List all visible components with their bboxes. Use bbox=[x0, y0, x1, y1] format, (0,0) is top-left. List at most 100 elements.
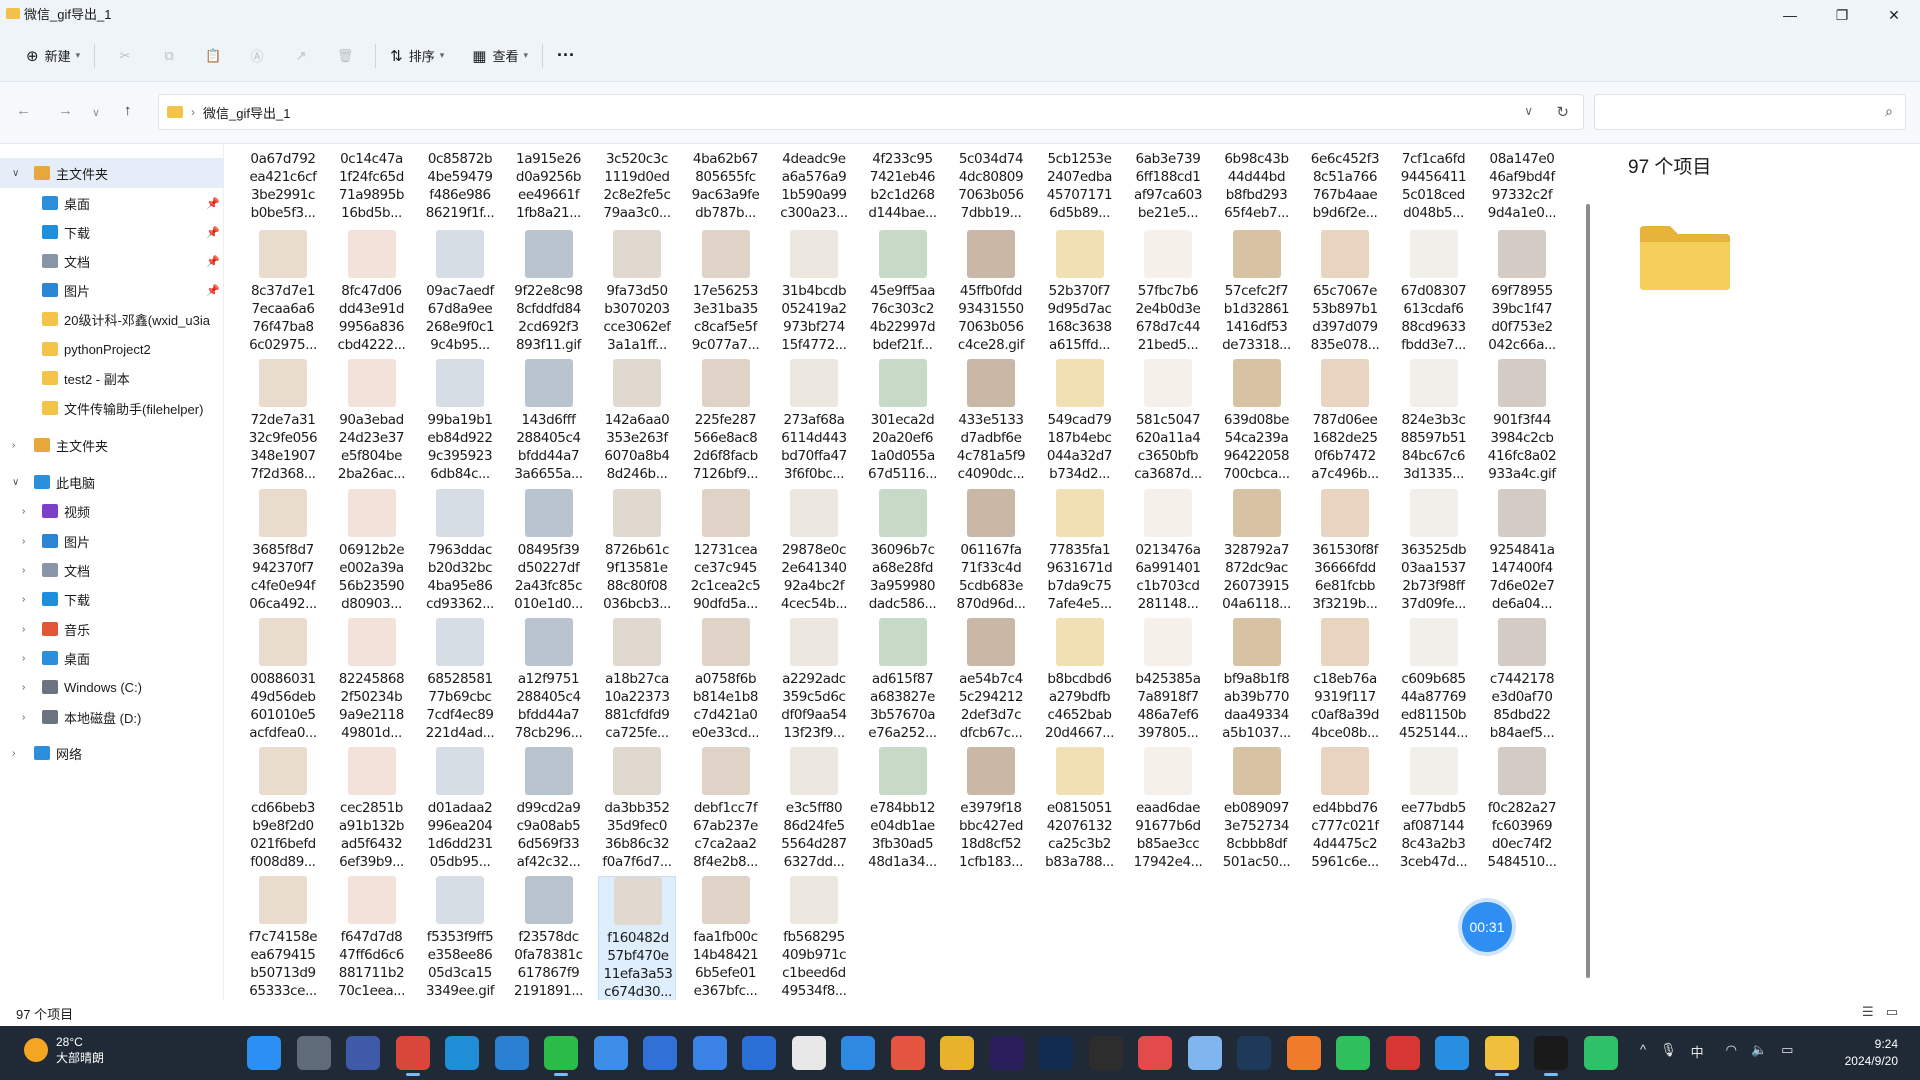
file-item[interactable]: 29878e0c 2e641340 92a4bc2f 4cec54b... bbox=[775, 489, 853, 617]
chevron-right-icon[interactable]: › bbox=[22, 712, 25, 723]
app-icon-4[interactable] bbox=[643, 1036, 677, 1070]
app-icon-15[interactable] bbox=[1336, 1036, 1370, 1070]
file-item[interactable]: a18b27ca 10a22373 881cfdfd9 ca725fe... bbox=[598, 618, 676, 746]
file-item[interactable]: 787d06ee 1682de25 0f6b7472 a7c496b... bbox=[1306, 359, 1384, 487]
sidebar-item[interactable]: 下载 📌 bbox=[0, 217, 224, 247]
file-item[interactable]: 6b98c43b 44d44bd b8fbd293 65f4eb7... bbox=[1218, 144, 1296, 226]
chevron-right-icon[interactable]: › bbox=[22, 653, 25, 664]
delete-button[interactable]: 🗑 bbox=[323, 39, 367, 73]
file-item[interactable]: 0a67d792 ea421c6cf 3be2991c b0be5f3... bbox=[244, 144, 322, 226]
file-item[interactable]: eaad6dae 91677b6d b85ae3cc 17942e4... bbox=[1129, 747, 1207, 875]
file-item[interactable]: 4deadc9e a6a576a9 1b590a99 c300a23... bbox=[775, 144, 853, 226]
file-item[interactable]: 4ba62b67 805655fc 9ac63a9fe db787b... bbox=[687, 144, 765, 226]
chevron-right-icon[interactable]: › bbox=[12, 748, 15, 759]
file-item[interactable]: d99cd2a9 c9a08ab5 6d569f33 af42c32... bbox=[510, 747, 588, 875]
app-icon-1[interactable] bbox=[346, 1036, 380, 1070]
file-item[interactable]: 0c14c47a 1f24fc65d 71a9895b 16bd5b... bbox=[333, 144, 411, 226]
recent-locations-chevron-icon[interactable]: ∨ bbox=[92, 106, 100, 119]
file-item[interactable]: 3685f8d7 942370f7 c4fe0e94f 06ca492... bbox=[244, 489, 322, 617]
file-item[interactable]: 4f233c95 7421eb46 b2c1d268 d144bae... bbox=[864, 144, 942, 226]
file-item[interactable]: b8bcdbd6 a279bdfb c4652bab 20d4667... bbox=[1041, 618, 1119, 746]
file-item[interactable]: 57fbc7b6 2e4b0d3e 678d7c44 21bed5... bbox=[1129, 230, 1207, 358]
file-item[interactable]: f23578dc 0fa78381c 617867f9 2191891... bbox=[510, 876, 588, 1004]
more-options-button[interactable]: ··· bbox=[551, 39, 581, 73]
file-item[interactable]: 363525db 03aa1537 2b73f98ff 37d09fe... bbox=[1395, 489, 1473, 617]
file-item[interactable]: 639d08be 54ca239a 96422058 700cbca... bbox=[1218, 359, 1296, 487]
file-item[interactable]: 31b4bcdb 052419a2 973bf274 15f4772... bbox=[775, 230, 853, 358]
file-item[interactable]: a2292adc 359c5d6c df0f9aa54 13f23f9... bbox=[775, 618, 853, 746]
edge-icon[interactable] bbox=[445, 1036, 479, 1070]
file-item[interactable]: 5cb1253e 2407edba 45707171 6d5b89... bbox=[1041, 144, 1119, 226]
chevron-right-icon[interactable]: › bbox=[22, 565, 25, 576]
wifi-icon[interactable]: ◠ bbox=[1726, 1042, 1737, 1061]
sidebar-item[interactable]: › 本地磁盘 (D:) bbox=[0, 702, 224, 732]
sidebar-item[interactable]: 图片 📌 bbox=[0, 275, 224, 305]
file-item[interactable]: f647d7d8 47ff6d6c6 881711b2 70c1eea... bbox=[333, 876, 411, 1004]
file-explorer-icon[interactable] bbox=[1484, 1036, 1519, 1076]
sidebar-item[interactable]: › Windows (C:) bbox=[0, 672, 224, 702]
file-item[interactable]: ee77bdb5 af087144 8c43a2b3 3ceb47d... bbox=[1395, 747, 1473, 875]
sidebar-item[interactable]: 桌面 📌 bbox=[0, 188, 224, 218]
share-button[interactable]: ↗ bbox=[279, 39, 323, 73]
sidebar-item[interactable]: › 网络 bbox=[0, 738, 224, 768]
file-item[interactable]: b425385a 7a8918f7 486a7ef6 397805... bbox=[1129, 618, 1207, 746]
close-button[interactable]: ✕ bbox=[1868, 0, 1920, 30]
chevron-right-icon[interactable]: › bbox=[12, 440, 15, 451]
sidebar-item[interactable]: › 图片 bbox=[0, 526, 224, 556]
file-item[interactable]: c609b685 44a87769 ed81150b 4525144... bbox=[1395, 618, 1473, 746]
weather-widget[interactable]: 28°C 大部晴朗 bbox=[24, 1034, 104, 1066]
new-button[interactable]: ⊕ 新建 ▾ bbox=[20, 39, 86, 73]
maximize-button[interactable]: ❐ bbox=[1816, 0, 1868, 30]
file-item[interactable]: ae54b7c4 5c294212 2def3d7c dfcb67c... bbox=[952, 618, 1030, 746]
file-item[interactable]: 08495f39 d50227df 2a43fc85c 010e1d0... bbox=[510, 489, 588, 617]
file-item[interactable]: 08a147e0 46af9bd4f 97332c2f 9d4a1e0... bbox=[1483, 144, 1561, 226]
app-icon-17[interactable] bbox=[1435, 1036, 1469, 1070]
ime-indicator[interactable]: 中 bbox=[1691, 1042, 1704, 1061]
file-item[interactable]: c18eb76a 9319f117 c0af8a39d 4bce08b... bbox=[1306, 618, 1384, 746]
file-item[interactable]: 65c7067e 53b897b1 d397d079 835e078... bbox=[1306, 230, 1384, 358]
file-item[interactable]: fb568295 409b971c c1beed6d 49534f8... bbox=[775, 876, 853, 1004]
sidebar-item[interactable]: test2 - 副本 bbox=[0, 363, 224, 393]
sidebar-item[interactable]: › 桌面 bbox=[0, 643, 224, 673]
chevron-down-icon[interactable]: ∨ bbox=[12, 168, 19, 179]
file-item[interactable]: 061167fa 71f33c4d 5cdb683e 870d96d... bbox=[952, 489, 1030, 617]
file-item[interactable]: 549cad79 187b4ebc 044a32d7 b734d2... bbox=[1041, 359, 1119, 487]
sidebar-item[interactable]: 文件传输助手(filehelper) bbox=[0, 393, 224, 423]
file-item[interactable]: da3bb352 35d9fec0 36b86c32 f0a7f6d7... bbox=[598, 747, 676, 875]
file-item[interactable]: f7c74158e ea679415 b50713d9 65333ce... bbox=[244, 876, 322, 1004]
file-item[interactable]: 00886031 49d56deb 601010e5 acfdfea0... bbox=[244, 618, 322, 746]
file-item[interactable]: 8c37d7e1 7ecaa6a6 76f47ba8 6c02975... bbox=[244, 230, 322, 358]
pycharm-icon[interactable] bbox=[1534, 1036, 1568, 1076]
up-arrow-icon[interactable]: ↑ bbox=[124, 102, 132, 119]
file-item[interactable]: 8fc47d06 dd43e91d 9956a836 cbd4222... bbox=[333, 230, 411, 358]
file-item[interactable]: 0213476a 6a991401 c1b703cd 281148... bbox=[1129, 489, 1207, 617]
file-item[interactable]: 5c034d74 4dc80809 7063b056 7dbb19... bbox=[952, 144, 1030, 226]
file-item[interactable]: ad615f87 a683827e 3b57670a e76a252... bbox=[864, 618, 942, 746]
search-input[interactable]: ⌕ bbox=[1594, 94, 1906, 130]
task-view-icon[interactable] bbox=[296, 1036, 331, 1070]
minimize-button[interactable]: — bbox=[1764, 0, 1816, 30]
file-item[interactable]: f5353f9ff5 e358ee86 05d3ca15 3349ee.gif bbox=[421, 876, 499, 1004]
file-item[interactable]: 36096b7c a68e28fd 3a959980 dadc586... bbox=[864, 489, 942, 617]
file-item[interactable]: 17e56253 3e31ba35 c8caf5e5f 9c077a7... bbox=[687, 230, 765, 358]
file-item[interactable]: 6e6c452f3 8c51a766 767b4aae b9d6f2e... bbox=[1306, 144, 1384, 226]
breadcrumb-current[interactable]: 微信_gif导出_1 bbox=[203, 103, 290, 122]
volume-icon[interactable]: 🔈 bbox=[1751, 1042, 1767, 1061]
file-item[interactable]: 581c5047 620a11a4 c3650bfb ca3687d... bbox=[1129, 359, 1207, 487]
file-item[interactable]: 9254841a 147400f4 7d6e02e7 de6a04... bbox=[1483, 489, 1561, 617]
app-icon-13[interactable] bbox=[1187, 1036, 1222, 1070]
sidebar-item[interactable]: › 主文件夹 bbox=[0, 430, 224, 460]
file-item[interactable]: 143d6fff 288405c4 bfdd44a7 3a6655a... bbox=[510, 359, 588, 487]
vertical-scrollbar[interactable] bbox=[1586, 204, 1590, 978]
file-item[interactable]: 6ab3e739 6ff188cd1 af97ca603 be21e5... bbox=[1129, 144, 1207, 226]
file-item[interactable]: 142a6aa0 353e263f 6070a8b4 8d246b... bbox=[598, 359, 676, 487]
sidebar-item[interactable]: › 文档 bbox=[0, 555, 224, 585]
file-item[interactable]: 824e3b3c 88597b51 84bc67c6 3d1335... bbox=[1395, 359, 1473, 487]
sidebar-item[interactable]: ∨ 主文件夹 bbox=[0, 158, 224, 188]
app-icon-10[interactable] bbox=[940, 1036, 974, 1070]
sidebar-item[interactable]: › 视频 bbox=[0, 496, 224, 526]
app-icon-12[interactable] bbox=[1138, 1036, 1172, 1070]
sidebar-item[interactable]: pythonProject2 bbox=[0, 334, 224, 364]
file-item[interactable]: 7cf1ca6fd 94456411 5c018ced d048b5... bbox=[1395, 144, 1473, 226]
file-item[interactable]: 3c520c3c 1119d0ed 2c8e2fe5c 79aa3c0... bbox=[598, 144, 676, 226]
